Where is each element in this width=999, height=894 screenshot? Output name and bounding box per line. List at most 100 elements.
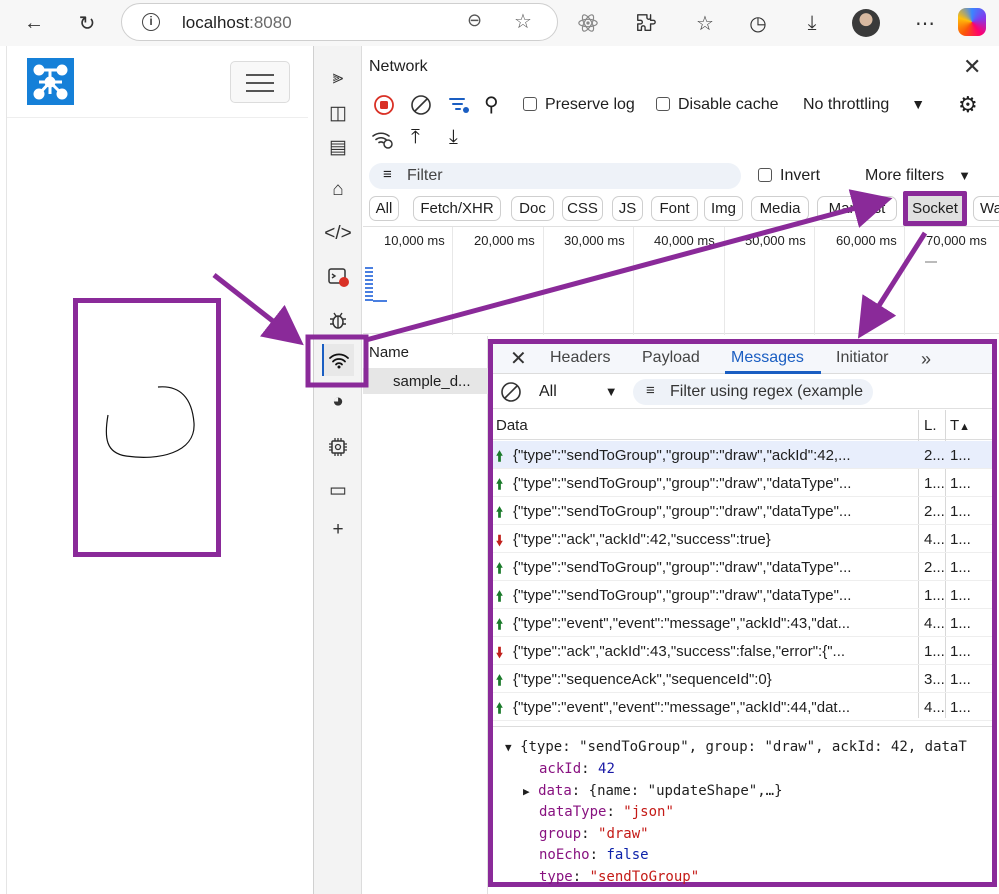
extensions-icon[interactable] bbox=[631, 8, 661, 38]
disable-cache-checkbox[interactable]: Disable cache bbox=[656, 96, 779, 114]
message-summary[interactable]: ▼ {type: "sendToGroup", group: "draw", a… bbox=[505, 739, 967, 755]
import-har-icon[interactable]: ⤒ bbox=[411, 126, 420, 149]
more-filters-dropdown[interactable]: More filters ▼ bbox=[865, 167, 971, 185]
reload-icon[interactable]: ↻ bbox=[72, 8, 102, 38]
network-filter-input[interactable]: ≡ Filter bbox=[369, 163, 741, 189]
message-length: 2... bbox=[924, 559, 945, 576]
type-filter-js[interactable]: JS bbox=[612, 196, 643, 221]
timeline-tick: 20,000 ms bbox=[474, 233, 535, 248]
message-row[interactable]: 🠙 {"type":"event","event":"message","ackI… bbox=[493, 693, 992, 721]
type-filter-wasm[interactable]: Wa bbox=[973, 196, 999, 221]
react-devtools-icon[interactable] bbox=[573, 8, 603, 38]
request-row[interactable]: sample_d... bbox=[363, 368, 488, 394]
close-devtools-icon[interactable]: ✕ bbox=[963, 54, 981, 80]
hamburger-menu-button[interactable] bbox=[230, 61, 290, 103]
message-row[interactable]: 🠛 {"type":"ack","ackId":43,"success":fals… bbox=[493, 637, 992, 665]
sent-arrow-icon: 🠙 bbox=[496, 476, 504, 492]
tab-initiator[interactable]: Initiator bbox=[836, 349, 888, 367]
name-column-header[interactable]: Name bbox=[369, 344, 409, 361]
performance-gauge-icon[interactable]: ◕ bbox=[322, 386, 354, 418]
app-logo[interactable] bbox=[27, 58, 74, 105]
message-time: 1... bbox=[950, 699, 971, 716]
detail-property[interactable]: ▶ data: {name: "updateShape",…} bbox=[523, 783, 783, 799]
site-info-icon[interactable]: i bbox=[142, 13, 160, 31]
memory-chip-icon[interactable] bbox=[322, 431, 354, 463]
more-tools-plus-icon[interactable]: + bbox=[322, 514, 354, 546]
type-filter-font[interactable]: Font bbox=[651, 196, 698, 221]
tab-headers[interactable]: Headers bbox=[550, 349, 610, 367]
timeline-bar bbox=[373, 300, 387, 302]
tab-messages[interactable]: Messages bbox=[731, 349, 804, 367]
settings-gear-icon[interactable]: ⚙ bbox=[958, 92, 978, 118]
back-icon[interactable]: ← bbox=[19, 8, 49, 38]
welcome-home-icon[interactable]: ⌂ bbox=[322, 174, 354, 206]
filter-icon: ≡ bbox=[646, 382, 655, 399]
stop-recording-icon[interactable] bbox=[373, 94, 395, 121]
message-time: 1... bbox=[950, 643, 971, 660]
filter-toggle-icon[interactable] bbox=[447, 94, 471, 121]
favorites-icon[interactable]: ☆ bbox=[690, 8, 720, 38]
sources-bug-icon[interactable] bbox=[322, 304, 354, 336]
message-data: {"type":"ack","ackId":42,"success":true} bbox=[513, 531, 771, 548]
zoom-icon[interactable]: ⊖ bbox=[467, 10, 482, 31]
type-filter-fetch-xhr[interactable]: Fetch/XHR bbox=[413, 196, 501, 221]
downloads-icon[interactable]: ⤓ bbox=[797, 8, 827, 38]
message-row[interactable]: 🠙 {"type":"sendToGroup","group":"draw","d… bbox=[493, 553, 992, 581]
data-column-header[interactable]: Data bbox=[496, 417, 528, 434]
search-icon[interactable]: ⚲ bbox=[484, 92, 499, 117]
drawing-canvas[interactable] bbox=[73, 298, 221, 557]
history-icon[interactable]: ◷ bbox=[743, 8, 773, 38]
application-icon[interactable]: ▭ bbox=[322, 474, 354, 506]
clear-messages-icon[interactable] bbox=[500, 381, 522, 408]
message-length: 2... bbox=[924, 447, 945, 464]
message-length: 1... bbox=[924, 587, 945, 604]
elements-icon[interactable]: </> bbox=[322, 218, 354, 250]
type-filter-media[interactable]: Media bbox=[751, 196, 809, 221]
detail-property: type: "sendToGroup" bbox=[539, 868, 700, 885]
invert-checkbox[interactable]: Invert bbox=[758, 167, 820, 185]
address-bar[interactable]: i localhost:8080 ⊖ ☆ bbox=[121, 3, 558, 41]
export-har-icon[interactable]: ⤓ bbox=[449, 126, 458, 149]
network-timeline[interactable]: 10,000 ms 20,000 ms 30,000 ms 40,000 ms … bbox=[363, 226, 999, 335]
chevron-down-icon: ▼ bbox=[958, 168, 971, 183]
message-row[interactable]: 🠙 {"type":"sendToGroup","group":"draw","d… bbox=[493, 469, 992, 497]
message-row[interactable]: 🠙 {"type":"sendToGroup","group":"draw","d… bbox=[493, 497, 992, 525]
throttling-select[interactable]: No throttling ▼ bbox=[803, 96, 925, 114]
network-conditions-icon[interactable] bbox=[371, 128, 395, 155]
type-filter-css[interactable]: CSS bbox=[562, 196, 603, 221]
preserve-log-checkbox[interactable]: Preserve log bbox=[523, 96, 635, 114]
message-row[interactable]: 🠙 {"type":"sequenceAck","sequenceId":0} 3.… bbox=[493, 665, 992, 693]
inspect-element-icon[interactable]: ⫸ bbox=[322, 62, 354, 94]
type-filter-socket[interactable]: Socket bbox=[903, 191, 967, 226]
expand-triangle-icon: ▼ bbox=[505, 741, 512, 754]
type-filter-doc[interactable]: Doc bbox=[511, 196, 554, 221]
profile-avatar[interactable] bbox=[852, 9, 880, 37]
more-menu-icon[interactable]: ⋯ bbox=[910, 8, 940, 38]
close-details-icon[interactable]: ✕ bbox=[510, 346, 527, 371]
message-length: 4... bbox=[924, 699, 945, 716]
regex-filter-input[interactable]: ≡ Filter using regex (example bbox=[633, 379, 873, 405]
timeline-tick: 70,000 ms bbox=[926, 233, 987, 248]
device-emulation-icon[interactable]: ◫ bbox=[322, 97, 354, 129]
tab-payload[interactable]: Payload bbox=[642, 349, 700, 367]
length-column-header[interactable]: L. bbox=[924, 417, 937, 434]
type-filter-manifest[interactable]: Manifest bbox=[817, 196, 897, 221]
clear-log-icon[interactable] bbox=[410, 94, 432, 121]
type-filter-img[interactable]: Img bbox=[704, 196, 743, 221]
direction-filter-select[interactable]: All ▼ bbox=[539, 383, 618, 401]
message-row[interactable]: 🠙 {"type":"sendToGroup","group":"draw","d… bbox=[493, 581, 992, 609]
favorite-star-icon[interactable]: ☆ bbox=[514, 9, 532, 34]
received-arrow-icon: 🠛 bbox=[496, 532, 504, 548]
copilot-icon[interactable] bbox=[958, 8, 986, 36]
type-filter-all[interactable]: All bbox=[369, 196, 399, 221]
dock-icon[interactable]: ▤ bbox=[322, 131, 354, 163]
time-column-header[interactable]: T▲ bbox=[950, 417, 970, 434]
console-icon[interactable] bbox=[322, 261, 354, 293]
message-row[interactable]: 🠙 {"type":"event","event":"message","ackI… bbox=[493, 609, 992, 637]
more-tabs-chevron-icon[interactable]: » bbox=[921, 349, 931, 370]
message-row[interactable]: 🠙 {"type":"sendToGroup","group":"draw","a… bbox=[493, 441, 992, 469]
request-list: Name sample_d... bbox=[363, 336, 488, 894]
message-row[interactable]: 🠛 {"type":"ack","ackId":42,"success":true… bbox=[493, 525, 992, 553]
network-wifi-icon[interactable] bbox=[322, 344, 354, 376]
message-data: {"type":"event","event":"message","ackId… bbox=[513, 699, 851, 716]
